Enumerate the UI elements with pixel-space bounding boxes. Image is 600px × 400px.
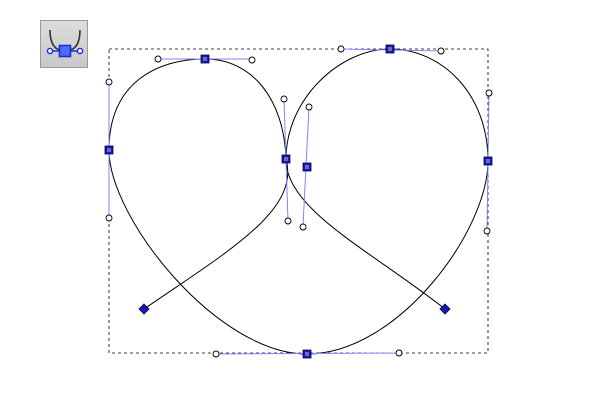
handle-point[interactable]	[212, 350, 220, 358]
bezier-path[interactable]	[108, 48, 489, 355]
drawing-canvas[interactable]	[0, 0, 600, 400]
path-endpoint[interactable]	[138, 303, 150, 315]
selection-bounding-box	[108, 48, 489, 354]
handle-point[interactable]	[284, 217, 292, 225]
handle-point[interactable]	[154, 55, 162, 63]
handle-point[interactable]	[105, 214, 113, 222]
handle-point[interactable]	[305, 103, 313, 111]
handle-lines	[108, 48, 490, 355]
handle-point[interactable]	[437, 47, 445, 55]
handle-point[interactable]	[337, 45, 345, 53]
handle-point[interactable]	[299, 223, 307, 231]
handle-point[interactable]	[105, 78, 113, 86]
handle-point[interactable]	[248, 56, 256, 64]
handle-point[interactable]	[280, 95, 288, 103]
handle-point[interactable]	[395, 349, 403, 357]
path-endpoint[interactable]	[439, 303, 451, 315]
handle-point[interactable]	[483, 227, 491, 235]
handle-point[interactable]	[485, 89, 493, 97]
